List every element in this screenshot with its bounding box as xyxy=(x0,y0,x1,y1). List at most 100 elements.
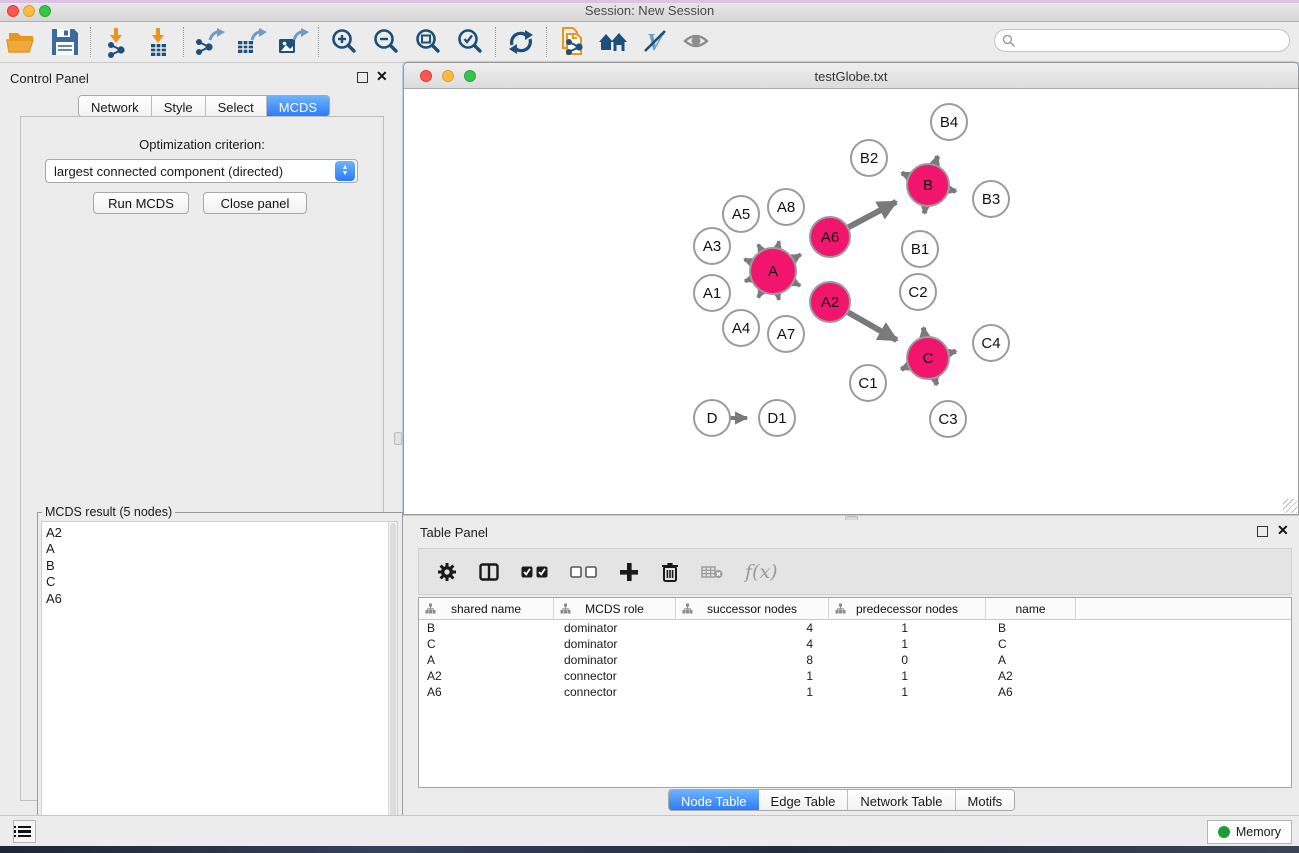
table-cell[interactable]: A xyxy=(998,653,1006,667)
delete-icon[interactable] xyxy=(661,562,679,582)
table-row[interactable]: A2connector11A2 xyxy=(419,668,1291,684)
export-table-icon[interactable] xyxy=(230,24,272,60)
node-D[interactable]: D xyxy=(694,400,730,436)
clone-network-icon[interactable] xyxy=(551,24,593,60)
table-cell[interactable]: 0 xyxy=(901,653,908,667)
task-history-button[interactable] xyxy=(13,820,36,843)
show-details-icon[interactable] xyxy=(677,24,719,60)
split-columns-icon[interactable] xyxy=(479,563,499,581)
add-column-icon[interactable] xyxy=(619,562,639,582)
mcds-result-item[interactable]: C xyxy=(46,574,397,590)
zoom-in-icon[interactable] xyxy=(323,24,365,60)
node-B2[interactable]: B2 xyxy=(851,140,887,176)
table-cell[interactable]: A xyxy=(427,653,435,667)
tab-select[interactable]: Select xyxy=(206,96,267,116)
node-A4[interactable]: A4 xyxy=(723,310,759,346)
node-C1[interactable]: C1 xyxy=(850,365,886,401)
table-cell[interactable]: A6 xyxy=(427,685,442,699)
table-cell[interactable]: A6 xyxy=(998,685,1013,699)
float-panel-icon[interactable] xyxy=(357,72,368,83)
close-panel-icon[interactable]: ✕ xyxy=(376,68,388,85)
node-C2[interactable]: C2 xyxy=(900,274,936,310)
table-cell[interactable]: 1 xyxy=(901,621,908,635)
node-C[interactable]: C xyxy=(907,337,949,379)
node-B3[interactable]: B3 xyxy=(973,181,1009,217)
gear-icon[interactable] xyxy=(437,562,457,582)
table-cell[interactable]: B xyxy=(427,621,435,635)
home-view-icon[interactable] xyxy=(593,24,635,60)
node-A1[interactable]: A1 xyxy=(694,275,730,311)
table-cell[interactable]: dominator xyxy=(564,637,617,651)
tab-edge-table[interactable]: Edge Table xyxy=(759,790,849,810)
table-cell[interactable]: C xyxy=(998,637,1007,651)
node-A5[interactable]: A5 xyxy=(723,196,759,232)
table-cell[interactable]: 4 xyxy=(806,637,813,651)
table-cell[interactable]: 1 xyxy=(901,669,908,683)
save-session-icon[interactable] xyxy=(44,24,86,60)
zoom-selected-icon[interactable] xyxy=(449,24,491,60)
criterion-dropdown[interactable]: largest connected component (directed) ▲… xyxy=(45,159,358,183)
table-header-row[interactable]: shared nameMCDS rolesuccessor nodesprede… xyxy=(419,598,1291,620)
network-canvas[interactable]: AA6A2BCA5A8A3A1A4A7B2B4B3B1C2C4C1C3DD1 xyxy=(404,89,1298,514)
tab-node-table[interactable]: Node Table xyxy=(669,790,759,810)
node-B1[interactable]: B1 xyxy=(902,231,938,267)
table-cell[interactable]: 1 xyxy=(806,685,813,699)
mcds-result-item[interactable]: B xyxy=(46,558,397,574)
zoom-fit-icon[interactable] xyxy=(407,24,449,60)
table-row[interactable]: A6connector11A6 xyxy=(419,684,1291,700)
refresh-icon[interactable] xyxy=(500,24,542,60)
run-mcds-button[interactable]: Run MCDS xyxy=(93,192,189,214)
table-cell[interactable]: C xyxy=(427,637,436,651)
table-cell[interactable]: A2 xyxy=(998,669,1013,683)
hide-details-icon[interactable]: V xyxy=(635,24,677,60)
tab-motifs[interactable]: Motifs xyxy=(956,790,1015,810)
search-box[interactable] xyxy=(994,29,1290,52)
table-row[interactable]: Cdominator 4 1 C xyxy=(419,636,1291,652)
column-header-MCDS-role[interactable]: MCDS role xyxy=(554,598,676,620)
search-input[interactable] xyxy=(1020,34,1289,48)
vertical-split-grip[interactable] xyxy=(394,432,402,445)
result-scrollbar[interactable] xyxy=(388,522,397,846)
float-table-panel-icon[interactable] xyxy=(1257,526,1268,537)
tab-mcds[interactable]: MCDS xyxy=(267,96,329,116)
table-cell[interactable]: dominator xyxy=(564,653,617,667)
column-header-shared-name[interactable]: shared name xyxy=(419,598,554,620)
node-A2[interactable]: A2 xyxy=(810,282,850,322)
table-cell[interactable]: 1 xyxy=(901,685,908,699)
edge-A2-C[interactable] xyxy=(846,311,896,340)
node-A8[interactable]: A8 xyxy=(768,189,804,225)
tab-network-table[interactable]: Network Table xyxy=(848,790,955,810)
table-cell[interactable]: 1 xyxy=(806,669,813,683)
column-header-name[interactable]: name xyxy=(986,598,1076,620)
node-C4[interactable]: C4 xyxy=(973,325,1009,361)
network-window-titlebar[interactable]: testGlobe.txt xyxy=(404,63,1298,89)
memory-button[interactable]: Memory xyxy=(1207,820,1292,844)
table-cell[interactable]: 4 xyxy=(806,621,813,635)
mcds-result-item[interactable]: A6 xyxy=(46,591,397,607)
network-graph[interactable]: AA6A2BCA5A8A3A1A4A7B2B4B3B1C2C4C1C3DD1 xyxy=(404,89,1298,514)
close-table-panel-icon[interactable]: ✕ xyxy=(1277,522,1289,539)
column-header-successor-nodes[interactable]: successor nodes xyxy=(676,598,829,620)
import-table-icon[interactable] xyxy=(137,24,179,60)
table-row[interactable]: Bdominator 4 1 B xyxy=(419,620,1291,636)
node-A3[interactable]: A3 xyxy=(694,228,730,264)
node-A6[interactable]: A6 xyxy=(810,217,850,257)
node-B4[interactable]: B4 xyxy=(931,104,967,140)
edge-A6-B[interactable] xyxy=(847,202,896,228)
open-file-icon[interactable] xyxy=(2,24,44,60)
node-A7[interactable]: A7 xyxy=(768,316,804,352)
import-network-icon[interactable] xyxy=(95,24,137,60)
tab-network[interactable]: Network xyxy=(79,96,152,116)
mcds-result-item[interactable]: A xyxy=(46,541,397,557)
table-cell[interactable]: B xyxy=(998,621,1006,635)
select-all-icon[interactable] xyxy=(521,566,548,578)
table-cell[interactable]: 1 xyxy=(901,637,908,651)
column-header-predecessor-nodes[interactable]: predecessor nodes xyxy=(829,598,986,620)
node-C3[interactable]: C3 xyxy=(930,401,966,437)
window-resize-grip[interactable] xyxy=(1283,499,1297,513)
mcds-result-list[interactable]: A2ABCA6 xyxy=(41,521,398,847)
node-A[interactable]: A xyxy=(750,248,796,294)
node-B[interactable]: B xyxy=(907,164,949,206)
table-cell[interactable]: dominator xyxy=(564,621,617,635)
deselect-all-icon[interactable] xyxy=(570,566,597,578)
